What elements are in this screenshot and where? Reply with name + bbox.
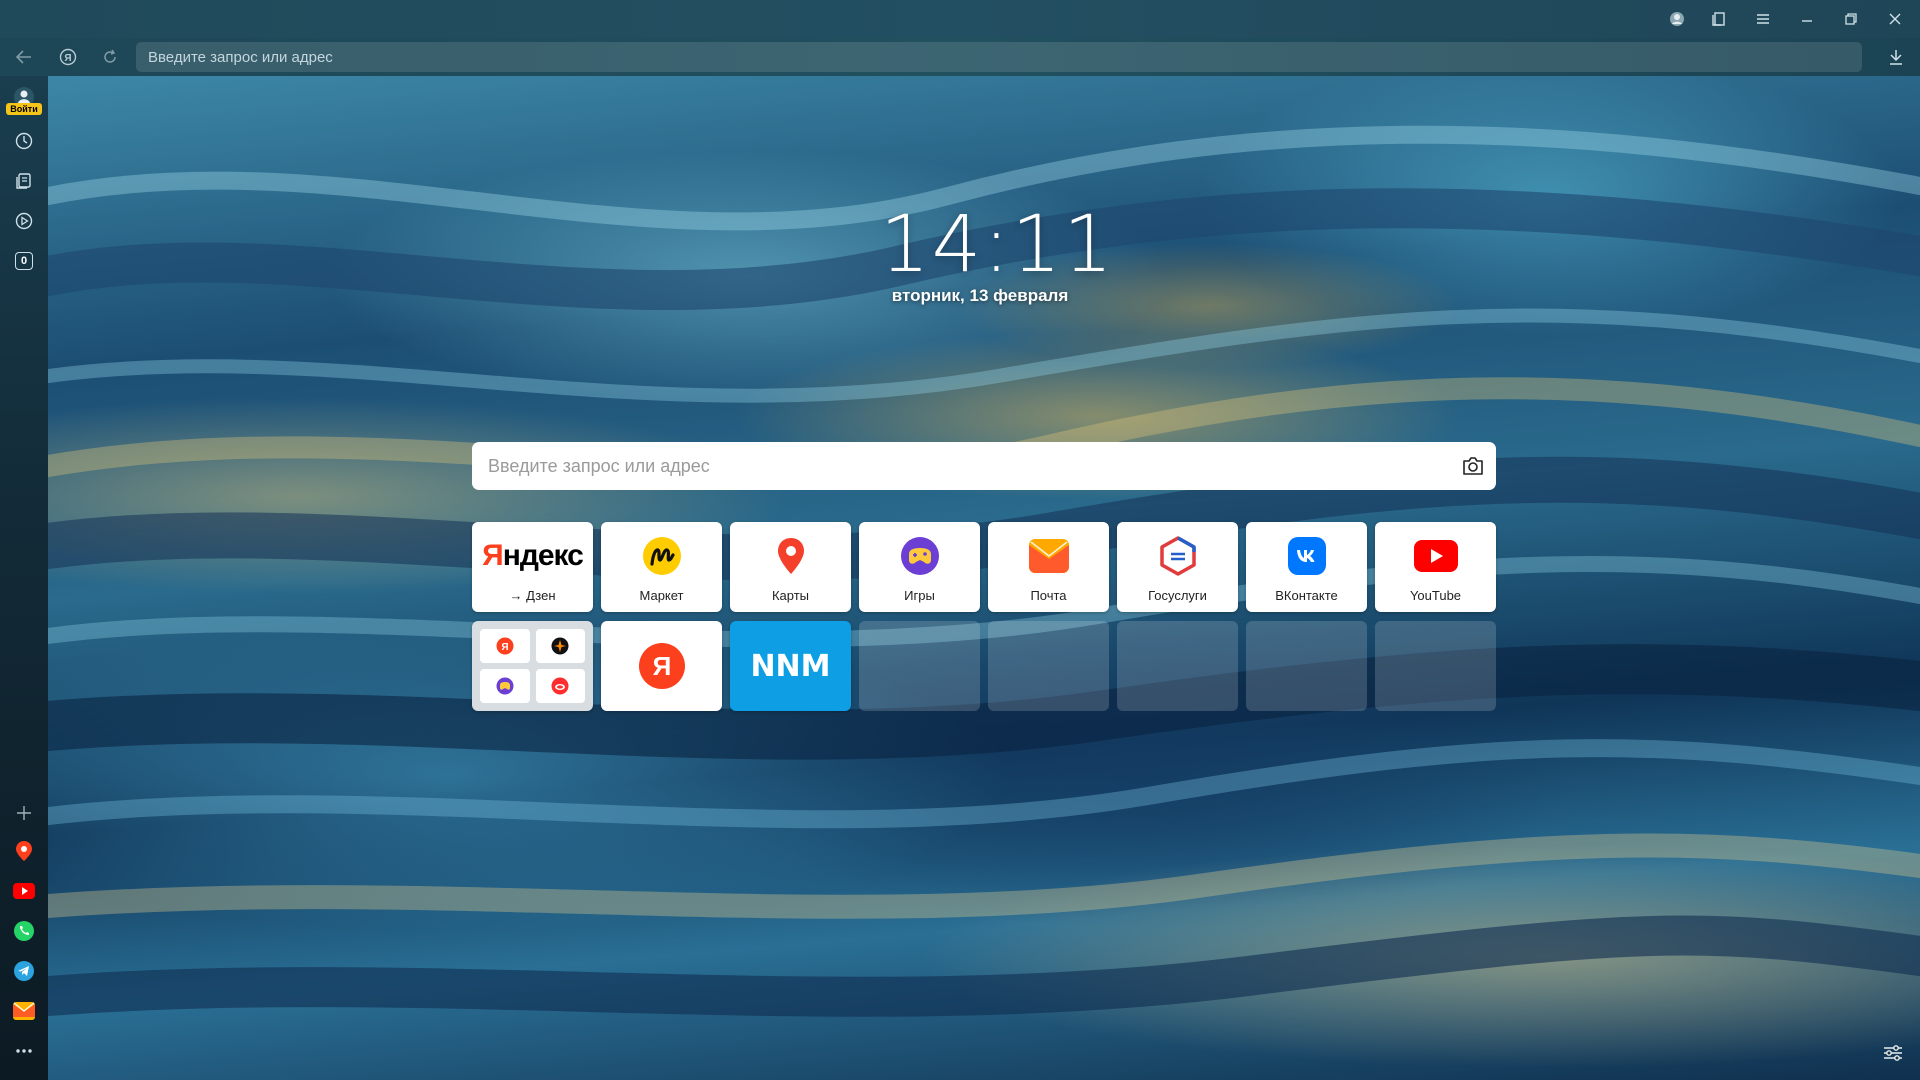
address-input[interactable] [136, 42, 1862, 72]
title-bar [0, 0, 1920, 38]
yandex-logo: Яндекс [472, 522, 593, 590]
minimize-icon[interactable] [1796, 8, 1818, 30]
tile-label: Игры [904, 588, 935, 603]
svg-text:Я: Я [64, 53, 71, 64]
tile-gosuslugi[interactable]: Госуслуги [1117, 522, 1238, 612]
maps-pin-icon[interactable] [11, 838, 37, 864]
empty-tile-slot[interactable] [1117, 621, 1238, 711]
tile-label: Почта [1030, 588, 1067, 603]
menu-icon[interactable] [1752, 8, 1774, 30]
empty-tile-slot[interactable] [988, 621, 1109, 711]
empty-tile-slot[interactable] [859, 621, 980, 711]
games-icon [859, 522, 980, 590]
youtube-icon[interactable] [11, 878, 37, 904]
tile-folder[interactable]: Я [472, 621, 593, 711]
empty-tile-slot[interactable] [1246, 621, 1367, 711]
telegram-icon[interactable] [11, 958, 37, 984]
video-play-icon[interactable] [11, 208, 37, 234]
profile-icon[interactable] [1666, 8, 1688, 30]
bookmarks-icon[interactable] [11, 168, 37, 194]
tile-youtube[interactable]: YouTube [1375, 522, 1496, 612]
svg-text:Я: Я [501, 642, 508, 653]
tile-label: Госуслуги [1148, 588, 1207, 603]
clock-time: 14:11 [880, 200, 1115, 290]
vk-icon [1246, 522, 1367, 590]
customize-settings-icon[interactable] [1880, 1040, 1906, 1066]
tile-yandex-dzen[interactable]: Яндекс → Дзен [472, 522, 593, 612]
nnm-logo: NNM [750, 648, 831, 684]
tile-label: Карты [771, 588, 810, 603]
counter-value: 0 [15, 252, 33, 270]
login-badge[interactable]: Войти [6, 103, 42, 115]
yandex-circle-icon: Я [601, 621, 722, 711]
collections-icon[interactable] [1708, 8, 1730, 30]
yandex-letter: Я [652, 651, 671, 681]
maps-pin-icon [730, 522, 851, 590]
folder-grid: Я [480, 629, 585, 703]
mail-icon [988, 522, 1109, 590]
tile-label: ВКонтакте [1275, 588, 1338, 603]
market-icon [601, 522, 722, 590]
youtube-icon [1375, 522, 1496, 590]
clock-date: вторник, 13 февраля [891, 286, 1069, 305]
address-bar[interactable] [136, 42, 1862, 72]
gosuslugi-icon [1117, 522, 1238, 590]
tile-label: → Дзен [509, 588, 556, 603]
yandex-logo-icon[interactable]: Я [56, 45, 80, 69]
search-box[interactable] [472, 442, 1496, 490]
add-panel-icon[interactable] [11, 800, 37, 826]
search-input[interactable] [472, 442, 1450, 490]
folder-drive-icon [535, 669, 585, 703]
folder-yandex-icon: Я [480, 629, 530, 663]
downloads-icon[interactable] [1884, 45, 1908, 69]
tile-yandex[interactable]: Я [601, 621, 722, 711]
counter-badge[interactable]: 0 [11, 248, 37, 274]
folder-games-icon [480, 669, 530, 703]
tile-nnm[interactable]: NNM [730, 621, 851, 711]
tile-label: YouTube [1409, 588, 1462, 603]
back-arrow-icon[interactable] [12, 45, 36, 69]
tile-label: Маркет [639, 588, 684, 603]
tile-mail[interactable]: Почта [988, 522, 1109, 612]
more-options-icon[interactable] [11, 1038, 37, 1064]
whatsapp-icon[interactable] [11, 918, 37, 944]
yandex-wordmark: Яндекс [482, 539, 584, 572]
tile-vkontakte[interactable]: ВКонтакте [1246, 522, 1367, 612]
close-icon[interactable] [1884, 8, 1906, 30]
restore-icon[interactable] [1840, 8, 1862, 30]
folder-kinopoisk-icon [535, 629, 585, 663]
tile-maps[interactable]: Карты [730, 522, 851, 612]
tile-market[interactable]: Маркет [601, 522, 722, 612]
mail-icon[interactable] [11, 998, 37, 1024]
reload-icon[interactable] [98, 45, 122, 69]
tile-games[interactable]: Игры [859, 522, 980, 612]
sidebar: 0 [0, 76, 48, 1080]
camera-search-icon[interactable] [1450, 443, 1496, 489]
empty-tile-slot[interactable] [1375, 621, 1496, 711]
history-icon[interactable] [11, 128, 37, 154]
